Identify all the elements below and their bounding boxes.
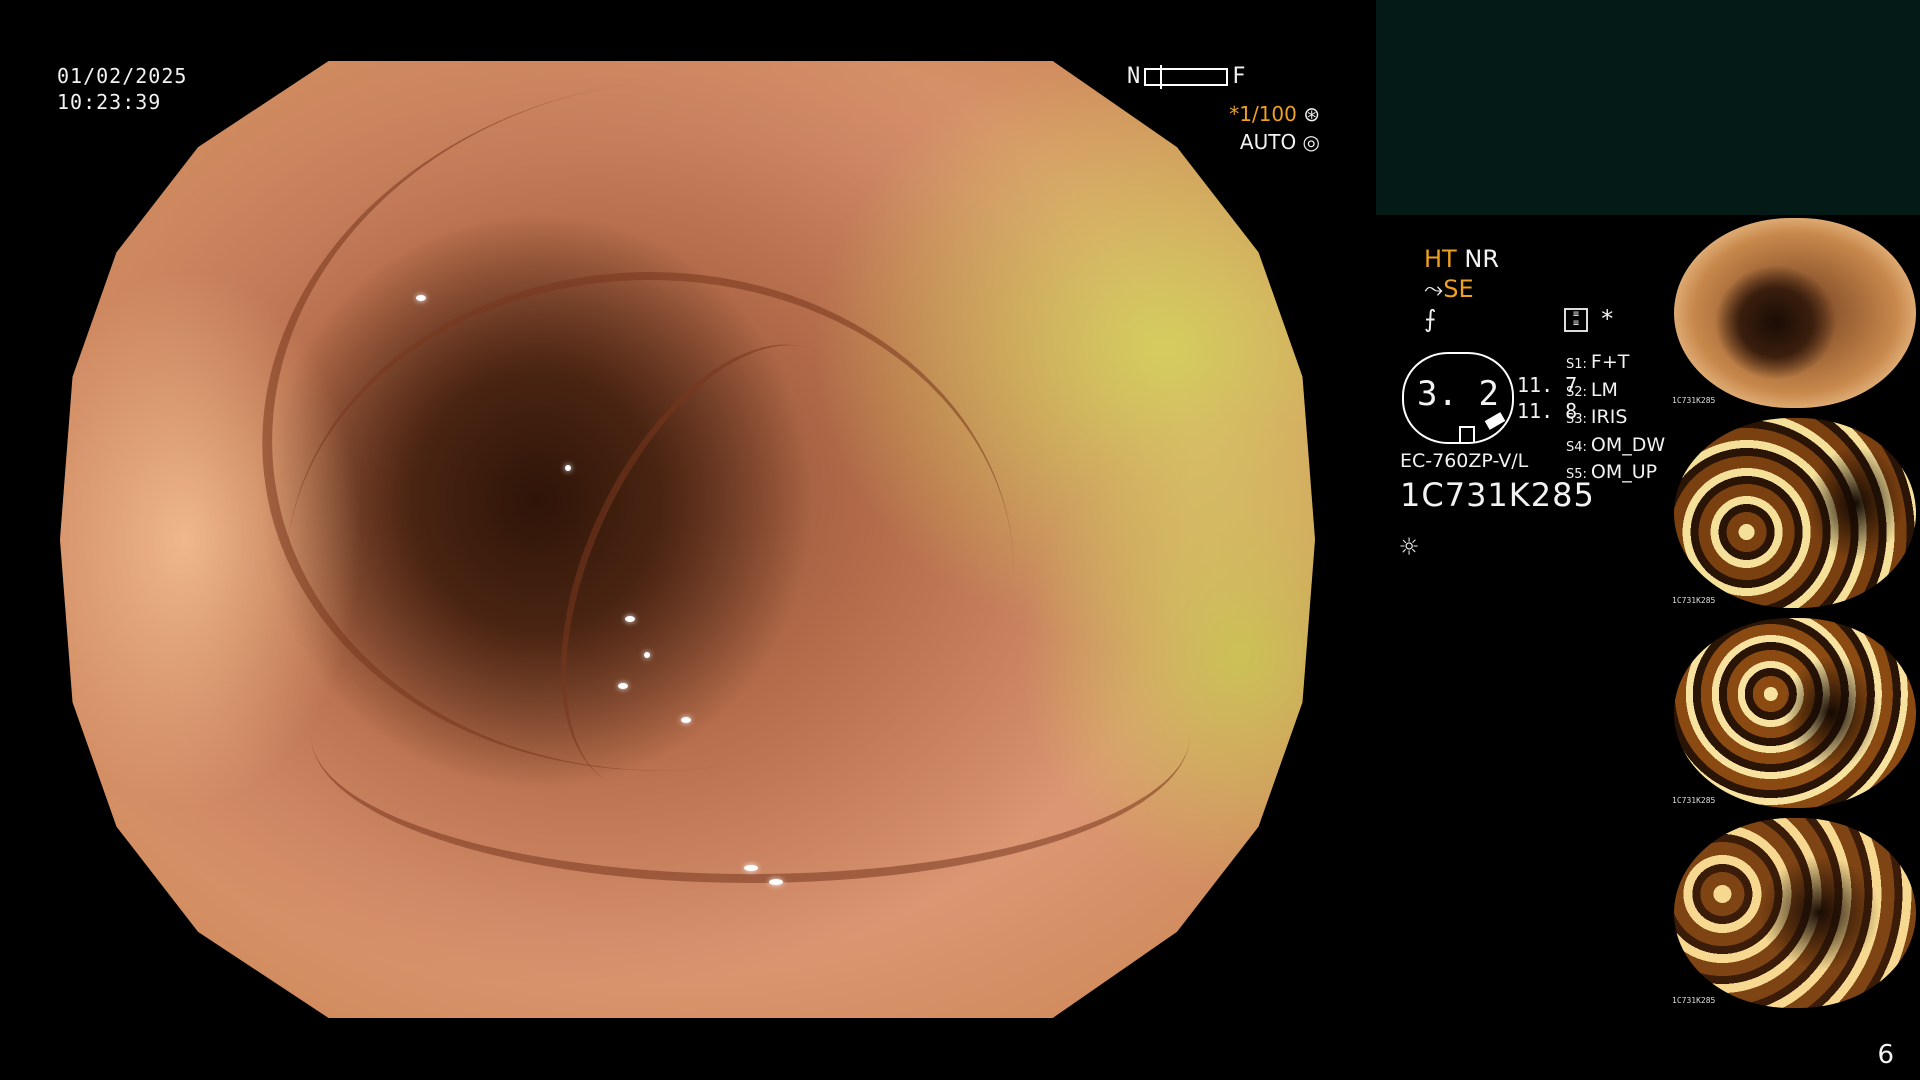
filter-icon: ≡ ≡	[1564, 308, 1588, 332]
date-label: 01/02/2025	[57, 64, 188, 88]
magnification-value: 3. 2	[1417, 374, 1499, 414]
light-reflection	[154, 166, 161, 173]
switch-settings: S1: F+T S2: LM S3: IRIS S4: OM_DW S5: OM_UP	[1566, 350, 1665, 488]
exposure-info: *1/100 ⊛ AUTO ◎	[1229, 100, 1320, 156]
thumbnail-picture	[1674, 418, 1916, 608]
magnification-gauge: 3. 2	[1402, 352, 1514, 444]
scope-serial: 1C731K285	[1400, 476, 1595, 514]
thumbnail-picture	[1674, 818, 1916, 1008]
thumbnail-caption: 1C731K285	[1672, 396, 1716, 405]
light-reflection	[564, 464, 571, 471]
setting-row: S1: F+T	[1566, 351, 1630, 373]
thumbnail-image[interactable]: 1C731K285	[1670, 218, 1920, 408]
light-reflection	[416, 294, 427, 301]
thumbnail-caption: 1C731K285	[1672, 796, 1716, 805]
shutter-speed: *1/100	[1229, 102, 1297, 126]
setting-row: S3: IRIS	[1566, 406, 1628, 428]
scope-tip-icon: ⨍	[1424, 305, 1437, 333]
light-reflection	[147, 187, 154, 194]
timestamp: 01/02/2025 10:23:39	[57, 63, 187, 115]
mode-nr: NR	[1464, 245, 1499, 273]
iris-mode: AUTO	[1239, 130, 1297, 154]
thumbnail-image[interactable]: 1C731K285	[1670, 618, 1920, 808]
focus-indicator: N F	[1127, 64, 1246, 89]
focus-position-marker	[1160, 64, 1163, 89]
mode-ht: HT	[1424, 245, 1457, 273]
asterisk-label: *	[1600, 305, 1615, 333]
light-reflection	[681, 716, 692, 723]
info-box	[1376, 0, 1920, 215]
thumbnail-caption: 1C731K285	[1672, 596, 1716, 605]
light-reflection	[743, 864, 758, 871]
thumbnail-caption: 1C731K285	[1672, 996, 1716, 1005]
setting-row: S4: OM_DW	[1566, 433, 1666, 456]
light-reflection	[769, 879, 784, 886]
enhance-icon: ⤳	[1424, 275, 1444, 303]
gauge-square-icon	[1459, 426, 1475, 442]
thumbnail-image[interactable]: 1C731K285	[1670, 418, 1920, 608]
aperture-icon: ◎	[1302, 130, 1320, 154]
thumbnail-picture	[1674, 218, 1916, 408]
gauge-tag-icon	[1484, 412, 1506, 430]
focus-bar	[1144, 64, 1229, 89]
endoscope-view	[60, 61, 1315, 1018]
thumbnail-picture	[1674, 618, 1916, 808]
mode-se: SE	[1443, 275, 1474, 303]
focus-far-label: F	[1232, 64, 1246, 89]
shutter-icon: ⊛	[1303, 102, 1320, 126]
light-reflection	[166, 147, 173, 154]
thumbnail-strip: 1C731K285 1C731K285 1C731K285 1C731K285	[1670, 218, 1920, 1018]
page-number: 6	[1877, 1040, 1894, 1070]
sun-icon: ☼	[1400, 530, 1419, 565]
mode-indicators: HT NR ⤳SE ⨍	[1424, 244, 1499, 334]
time-label: 10:23:39	[57, 90, 162, 114]
setting-row: S2: LM	[1566, 378, 1618, 401]
light-reflection	[624, 616, 635, 623]
focus-near-label: N	[1127, 64, 1141, 89]
thumbnail-image[interactable]: 1C731K285	[1670, 818, 1920, 1008]
scope-model: EC-760ZP-V/L	[1400, 450, 1529, 472]
